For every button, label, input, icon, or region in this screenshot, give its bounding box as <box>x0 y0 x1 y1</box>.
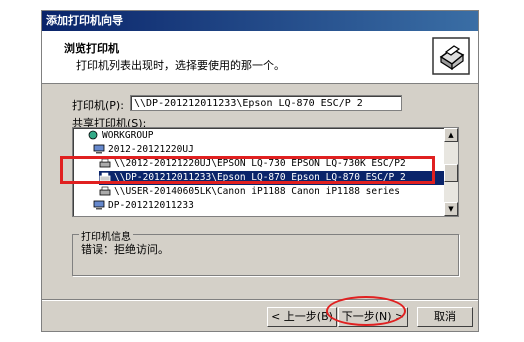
highlight-annotation-oval <box>326 296 406 326</box>
wizard-header: 浏览打印机 打印机列表出现时，选择要使用的那一个。 <box>42 31 478 84</box>
computer-icon <box>93 200 105 210</box>
printer-icon <box>432 37 470 75</box>
header-title: 浏览打印机 <box>64 42 119 55</box>
printer-icon <box>99 186 111 196</box>
list-item[interactable]: 2012-20121220UJ <box>93 143 194 157</box>
computer-icon <box>93 144 105 154</box>
network-icon <box>87 130 99 140</box>
divider <box>42 299 478 301</box>
list-item[interactable]: \\USER-20140605LK\Canon iP1188 Canon iP1… <box>99 185 400 199</box>
header-subtitle: 打印机列表出现时，选择要使用的那一个。 <box>76 59 285 72</box>
printer-field-label: 打印机(P): <box>72 99 124 112</box>
list-item[interactable]: DP-201212011233 <box>93 199 194 213</box>
list-item[interactable]: WORKGROUP <box>87 129 153 143</box>
list-item-text: \\USER-20140605LK\Canon iP1188 Canon iP1… <box>114 186 400 197</box>
list-scrollbar[interactable]: ▲ ▼ <box>444 128 458 216</box>
scroll-down-button[interactable]: ▼ <box>444 202 458 216</box>
scroll-thumb[interactable] <box>444 164 458 182</box>
window-title: 添加打印机向导 <box>42 11 478 31</box>
list-item-text: WORKGROUP <box>102 130 154 141</box>
list-item-text: 2012-20121220UJ <box>108 144 194 155</box>
list-item-text: DP-201212011233 <box>108 200 194 211</box>
highlight-annotation-rect <box>60 156 435 184</box>
printer-info-group: 打印机信息 错误：拒绝访问。 <box>72 228 459 276</box>
printer-info-error: 错误：拒绝访问。 <box>81 243 169 256</box>
scroll-up-button[interactable]: ▲ <box>444 128 458 142</box>
cancel-button[interactable]: 取消 <box>417 307 473 327</box>
printer-path-input[interactable]: \\DP-201212011233\Epson LQ-870 ESC/P 2 <box>130 95 402 111</box>
